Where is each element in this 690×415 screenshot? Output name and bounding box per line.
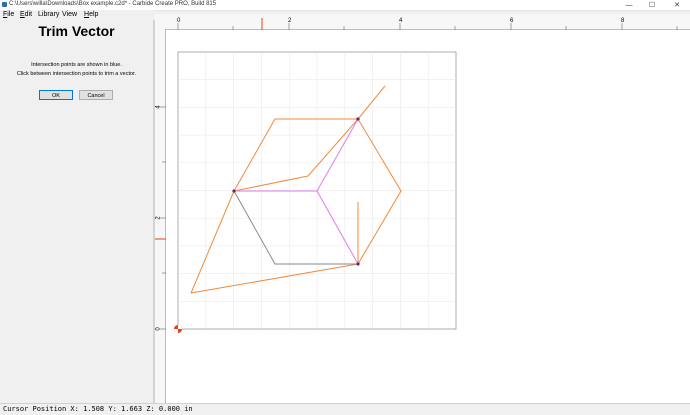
origin-marker-icon <box>174 325 182 333</box>
cursor-position-readout: Cursor Position X: 1.508 Y: 1.663 Z: 0.0… <box>3 405 193 413</box>
canvas-drawing <box>155 18 678 333</box>
status-bar: Cursor Position X: 1.508 Y: 1.663 Z: 0.0… <box>0 403 690 415</box>
